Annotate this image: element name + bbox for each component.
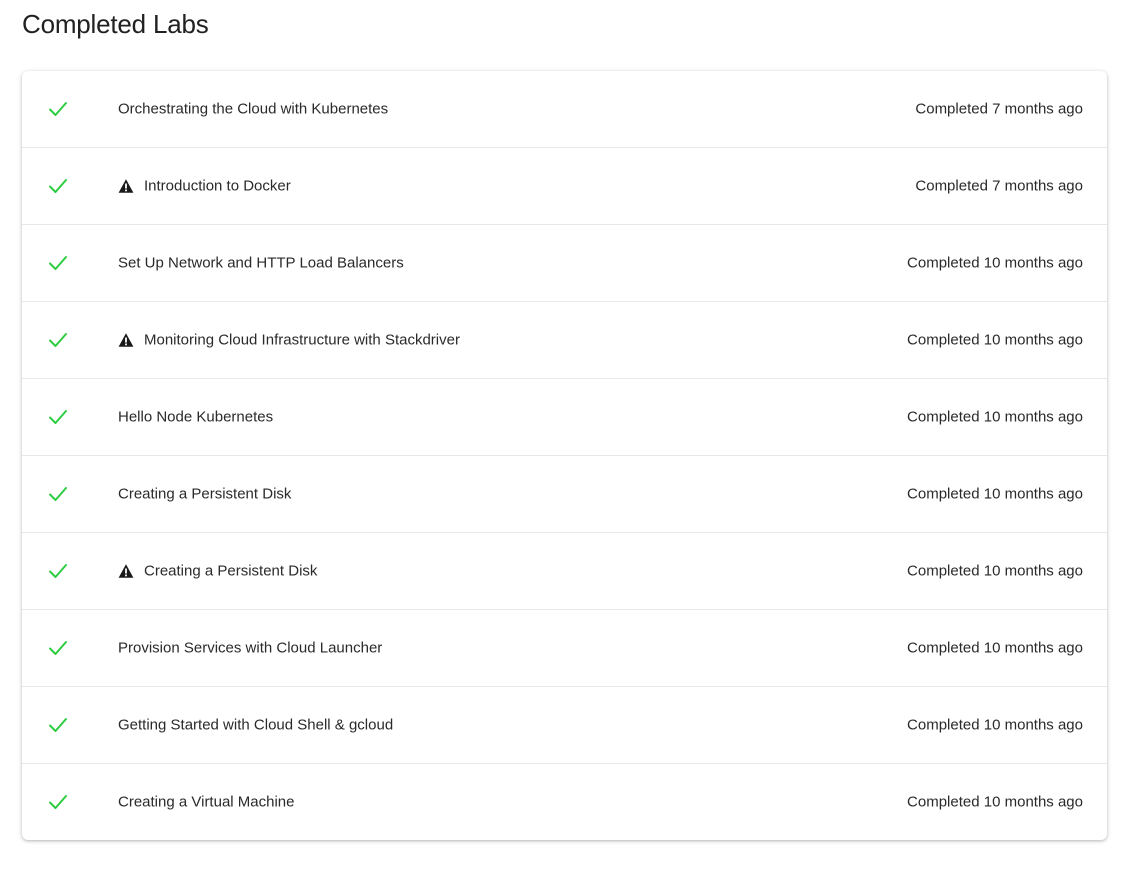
lab-status: Completed 10 months ago bbox=[907, 716, 1083, 734]
check-icon bbox=[49, 564, 67, 578]
lab-status: Completed 10 months ago bbox=[907, 254, 1083, 272]
check-icon bbox=[49, 641, 67, 655]
lab-row[interactable]: Hello Node Kubernetes Completed 10 month… bbox=[22, 379, 1107, 456]
lab-title[interactable]: Creating a Persistent Disk bbox=[144, 563, 317, 580]
lab-row[interactable]: Orchestrating the Cloud with Kubernetes … bbox=[22, 71, 1107, 148]
lab-title[interactable]: Creating a Persistent Disk bbox=[118, 486, 291, 503]
lab-status: Completed 7 months ago bbox=[915, 100, 1083, 118]
lab-title-wrap: Creating a Persistent Disk bbox=[118, 563, 317, 580]
lab-row[interactable]: Creating a Virtual Machine Completed 10 … bbox=[22, 764, 1107, 840]
lab-status: Completed 10 months ago bbox=[907, 408, 1083, 426]
lab-title-wrap: Provision Services with Cloud Launcher bbox=[118, 640, 382, 657]
warning-icon bbox=[118, 333, 134, 347]
lab-title-wrap: Monitoring Cloud Infrastructure with Sta… bbox=[118, 332, 460, 349]
check-icon bbox=[49, 410, 67, 424]
lab-title-wrap: Orchestrating the Cloud with Kubernetes bbox=[118, 101, 388, 118]
lab-title-wrap: Getting Started with Cloud Shell & gclou… bbox=[118, 717, 393, 734]
page-title: Completed Labs bbox=[22, 9, 209, 39]
lab-title[interactable]: Hello Node Kubernetes bbox=[118, 409, 273, 426]
completed-labs-list: Orchestrating the Cloud with Kubernetes … bbox=[22, 71, 1107, 840]
lab-title[interactable]: Creating a Virtual Machine bbox=[118, 794, 294, 811]
lab-status: Completed 10 months ago bbox=[907, 639, 1083, 657]
lab-row[interactable]: Monitoring Cloud Infrastructure with Sta… bbox=[22, 302, 1107, 379]
warning-icon bbox=[118, 179, 134, 193]
lab-row[interactable]: Creating a Persistent Disk Completed 10 … bbox=[22, 456, 1107, 533]
lab-title[interactable]: Orchestrating the Cloud with Kubernetes bbox=[118, 101, 388, 118]
lab-title[interactable]: Monitoring Cloud Infrastructure with Sta… bbox=[144, 332, 460, 349]
check-icon bbox=[49, 795, 67, 809]
check-icon bbox=[49, 179, 67, 193]
lab-status: Completed 10 months ago bbox=[907, 485, 1083, 503]
lab-title[interactable]: Set Up Network and HTTP Load Balancers bbox=[118, 255, 404, 272]
lab-status: Completed 10 months ago bbox=[907, 562, 1083, 580]
lab-title[interactable]: Getting Started with Cloud Shell & gclou… bbox=[118, 717, 393, 734]
lab-status: Completed 7 months ago bbox=[915, 177, 1083, 195]
lab-status: Completed 10 months ago bbox=[907, 331, 1083, 349]
lab-title-wrap: Hello Node Kubernetes bbox=[118, 409, 273, 426]
check-icon bbox=[49, 718, 67, 732]
warning-icon bbox=[118, 564, 134, 578]
check-icon bbox=[49, 333, 67, 347]
lab-title-wrap: Creating a Virtual Machine bbox=[118, 794, 294, 811]
check-icon bbox=[49, 487, 67, 501]
check-icon bbox=[49, 256, 67, 270]
lab-row[interactable]: Getting Started with Cloud Shell & gclou… bbox=[22, 687, 1107, 764]
lab-title-wrap: Introduction to Docker bbox=[118, 178, 291, 195]
lab-row[interactable]: Introduction to Docker Completed 7 month… bbox=[22, 148, 1107, 225]
lab-title-wrap: Creating a Persistent Disk bbox=[118, 486, 291, 503]
check-icon bbox=[49, 102, 67, 116]
lab-row[interactable]: Set Up Network and HTTP Load Balancers C… bbox=[22, 225, 1107, 302]
lab-title[interactable]: Provision Services with Cloud Launcher bbox=[118, 640, 382, 657]
lab-title-wrap: Set Up Network and HTTP Load Balancers bbox=[118, 255, 404, 272]
lab-status: Completed 10 months ago bbox=[907, 793, 1083, 811]
lab-row[interactable]: Creating a Persistent Disk Completed 10 … bbox=[22, 533, 1107, 610]
lab-title[interactable]: Introduction to Docker bbox=[144, 178, 291, 195]
lab-row[interactable]: Provision Services with Cloud Launcher C… bbox=[22, 610, 1107, 687]
